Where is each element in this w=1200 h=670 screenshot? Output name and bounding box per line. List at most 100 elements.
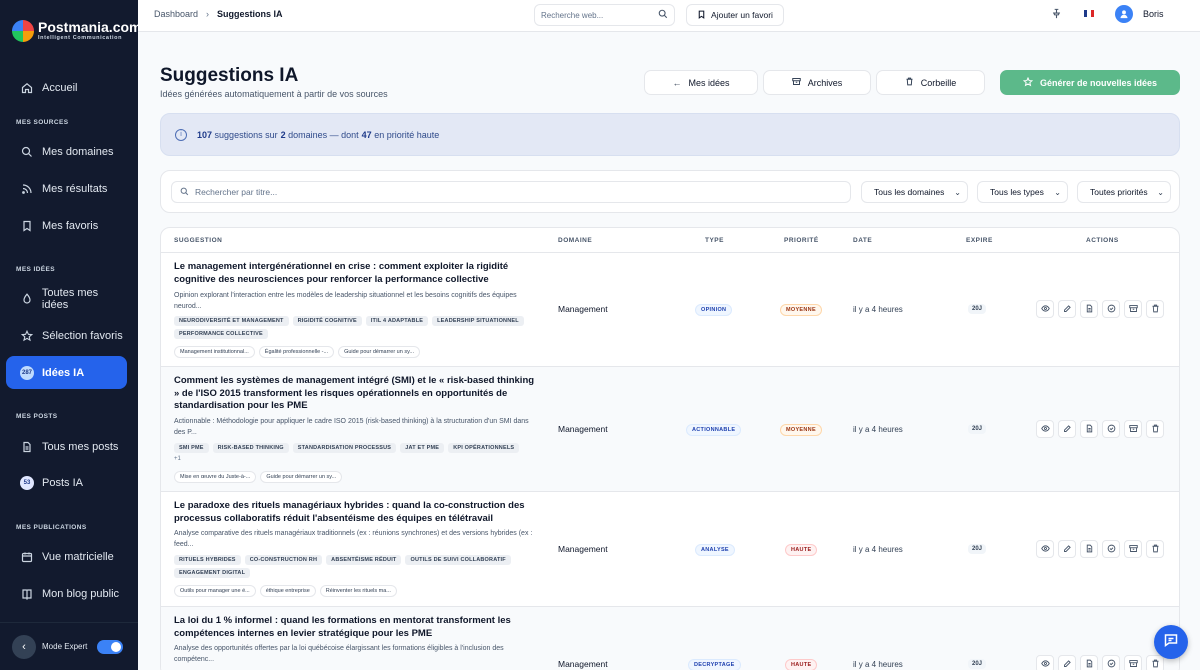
user-avatar[interactable] xyxy=(1115,5,1133,23)
user-name[interactable]: Boris xyxy=(1143,9,1164,19)
trash-icon xyxy=(905,77,914,88)
logo[interactable]: Postmania.com Intelligent Communication xyxy=(0,0,141,50)
web-search-input[interactable]: Recherche web... xyxy=(534,4,675,26)
source-link[interactable]: Réinventer les rituels ma... xyxy=(319,585,397,597)
banner-text-3: en priorité haute xyxy=(374,129,440,140)
view-button[interactable] xyxy=(1036,540,1054,558)
row-actions xyxy=(1036,300,1164,318)
generate-ideas-button[interactable]: Générer de nouvelles idées xyxy=(1000,70,1180,95)
type-filter-select[interactable]: Tous les types ⌄ xyxy=(977,181,1068,203)
view-button[interactable] xyxy=(1036,655,1054,670)
collapse-sidebar-button[interactable]: ‹ xyxy=(12,634,36,659)
delete-button[interactable] xyxy=(1146,300,1164,318)
breadcrumb-dashboard-link[interactable]: Dashboard xyxy=(154,9,198,19)
delete-button[interactable] xyxy=(1146,540,1164,558)
archive-button[interactable] xyxy=(1124,655,1142,670)
suggestion-description: Analyse des opportunités offertes par la… xyxy=(174,645,504,663)
suggestion-description: Analyse comparative des rituels managéri… xyxy=(174,530,533,548)
book-icon xyxy=(20,587,34,601)
delete-button[interactable] xyxy=(1146,420,1164,438)
priority-badge: MOYENNE xyxy=(780,304,822,316)
edit-button[interactable] xyxy=(1058,540,1076,558)
delete-button[interactable] xyxy=(1146,655,1164,670)
view-button[interactable] xyxy=(1036,300,1054,318)
french-flag-icon[interactable] xyxy=(1084,10,1094,17)
suggestion-title[interactable]: Le management intergénérationnel en cris… xyxy=(174,261,536,286)
validate-button[interactable] xyxy=(1102,420,1120,438)
logo-mark-icon xyxy=(12,20,34,42)
domain-cell: Management xyxy=(558,304,608,314)
tag-list: NEURODIVERSITÉ ET MANAGEMENT RIGIDITÉ CO… xyxy=(174,316,544,339)
archive-button[interactable] xyxy=(1124,300,1142,318)
source-link[interactable]: Mise en œuvre du Juste-à-... xyxy=(174,471,257,483)
create-post-button[interactable] xyxy=(1080,300,1098,318)
edit-button[interactable] xyxy=(1058,655,1076,670)
source-link[interactable]: Égalité professionnelle -... xyxy=(258,346,335,358)
validate-button[interactable] xyxy=(1102,300,1120,318)
priority-filter-select[interactable]: Toutes priorités ⌄ xyxy=(1077,181,1171,203)
tag: ABSENTÉISME RÉDUIT xyxy=(326,555,402,565)
edit-button[interactable] xyxy=(1058,420,1076,438)
suggestion-title[interactable]: Comment les systèmes de management intég… xyxy=(174,375,536,413)
sidebar-item-favorites[interactable]: Mes favoris xyxy=(6,209,127,242)
tag: SMI PME xyxy=(174,443,209,453)
archives-button[interactable]: Archives xyxy=(763,70,871,95)
my-ideas-button[interactable]: ← Mes idées xyxy=(644,70,758,95)
sidebar-item-all-ideas[interactable]: Toutes mes idées xyxy=(6,282,127,315)
document-icon xyxy=(1085,424,1094,435)
table-row[interactable]: Comment les systèmes de management intég… xyxy=(161,367,1179,492)
more-tags-count[interactable]: +1 xyxy=(174,456,544,462)
suggestion-description: Actionnable : Méthodologie pour applique… xyxy=(174,418,529,436)
sidebar-item-matrix[interactable]: Vue matricielle xyxy=(6,540,127,573)
suggestion-title[interactable]: Le paradoxe des rituels managériaux hybr… xyxy=(174,500,536,525)
document-icon xyxy=(1085,659,1094,670)
sidebar-item-results[interactable]: Mes résultats xyxy=(6,172,127,205)
banner-text-1: suggestions sur xyxy=(214,129,278,140)
suggestion-title[interactable]: La loi du 1 % informel : quand les forma… xyxy=(174,615,536,640)
sidebar-item-domains[interactable]: Mes domaines xyxy=(6,135,127,168)
source-link[interactable]: Guide pour démarrer un sy... xyxy=(338,346,420,358)
banner-text-2: domaines — dont xyxy=(288,129,359,140)
table-row[interactable]: Le paradoxe des rituels managériaux hybr… xyxy=(161,492,1179,607)
create-post-button[interactable] xyxy=(1080,540,1098,558)
source-link[interactable]: Management institutionnal... xyxy=(174,346,255,358)
table-row[interactable]: Le management intergénérationnel en cris… xyxy=(161,253,1179,367)
view-button[interactable] xyxy=(1036,420,1054,438)
pin-icon[interactable] xyxy=(1051,8,1062,22)
archive-button[interactable] xyxy=(1124,420,1142,438)
my-ideas-label: Mes idées xyxy=(688,77,730,88)
validate-button[interactable] xyxy=(1102,655,1120,670)
sidebar-item-fav-selection[interactable]: Sélection favoris xyxy=(6,319,127,352)
edit-button[interactable] xyxy=(1058,300,1076,318)
sidebar-item-blog[interactable]: Mon blog public xyxy=(6,577,127,610)
source-link[interactable]: Guide pour démarrer un sy... xyxy=(260,471,343,483)
create-post-button[interactable] xyxy=(1080,420,1098,438)
sidebar-item-label: Accueil xyxy=(42,81,78,94)
mode-expert-toggle[interactable] xyxy=(97,639,124,654)
tag: STANDARDISATION PROCESSUS xyxy=(292,443,397,453)
source-link[interactable]: Outils pour manager une é... xyxy=(174,585,256,597)
validate-button[interactable] xyxy=(1102,540,1120,558)
edit-icon xyxy=(1063,304,1072,315)
sidebar-item-ai-posts[interactable]: 53 Posts IA xyxy=(6,466,127,499)
chevron-right-icon: › xyxy=(206,9,210,19)
chat-button[interactable] xyxy=(1154,625,1188,659)
summary-banner: i 107 suggestions sur 2 domaines — dont … xyxy=(160,113,1180,156)
archive-icon xyxy=(791,77,801,88)
column-header-domain: DOMAINE xyxy=(558,237,593,244)
source-link[interactable]: éthique entreprise xyxy=(259,585,316,597)
create-post-button[interactable] xyxy=(1080,655,1098,670)
row-actions xyxy=(1036,655,1164,670)
archive-button[interactable] xyxy=(1124,540,1142,558)
table-row[interactable]: La loi du 1 % informel : quand les forma… xyxy=(161,607,1179,670)
expire-badge: 20J xyxy=(968,659,987,669)
add-favorite-button[interactable]: Ajouter un favori xyxy=(686,4,784,26)
search-icon[interactable] xyxy=(658,9,668,21)
sidebar-item-all-posts[interactable]: Tous mes posts xyxy=(6,430,127,463)
domain-filter-select[interactable]: Tous les domaines ⌄ xyxy=(861,181,968,203)
trash-button[interactable]: Corbeille xyxy=(876,70,985,95)
chevron-left-icon: ‹ xyxy=(22,640,26,653)
sidebar-item-home[interactable]: Accueil xyxy=(6,71,127,104)
title-search-input[interactable]: Rechercher par titre... xyxy=(171,181,851,203)
sidebar-item-ai-ideas[interactable]: 287 Idées IA xyxy=(6,356,127,389)
